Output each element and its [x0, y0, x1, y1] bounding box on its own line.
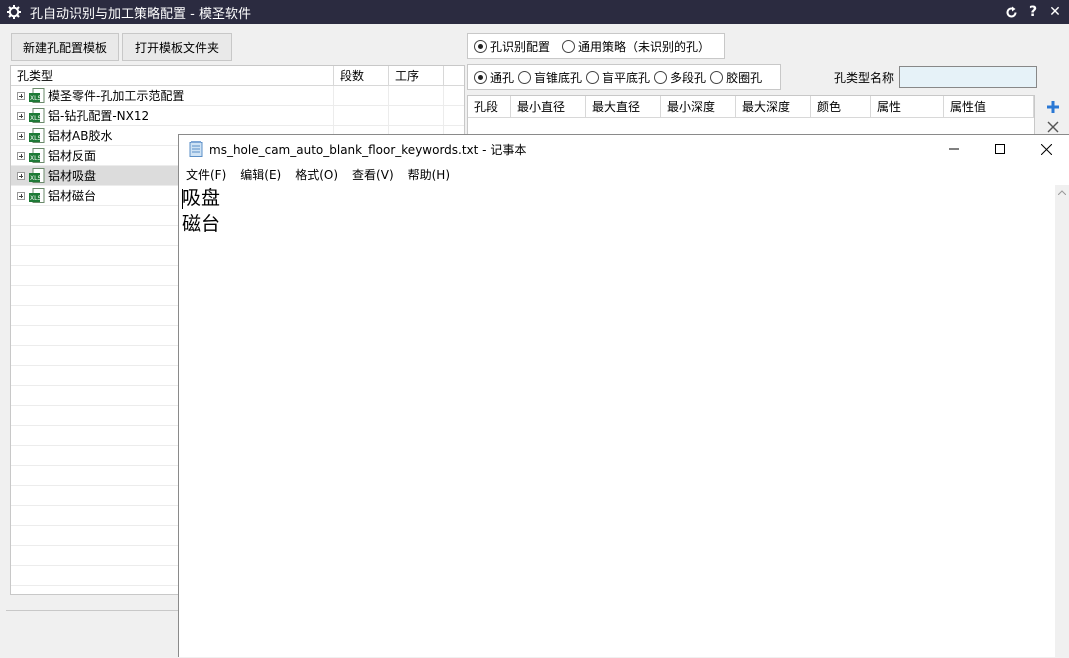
add-row-button[interactable] — [1042, 96, 1064, 118]
delete-row-button[interactable] — [1042, 120, 1064, 134]
hole-name-input[interactable] — [899, 66, 1037, 88]
tree-header: 孔类型 段数 工序 — [11, 66, 464, 86]
grid-col-attribute[interactable]: 属性 — [871, 96, 944, 118]
notepad-text-area[interactable]: 吸盘 磁台 — [181, 185, 1053, 658]
hole-kind-through[interactable]: 通孔 — [474, 69, 514, 86]
plus-icon — [1047, 101, 1059, 113]
hole-kind-oring[interactable]: 胶圈孔 — [710, 69, 762, 86]
close-icon[interactable]: ✕ — [1047, 4, 1063, 20]
mode-radio-general-strategy[interactable]: 通用策略（未识别的孔） — [562, 38, 710, 55]
hole-segment-grid[interactable]: 孔段 最小直径 最大直径 最小深度 最大深度 颜色 属性 属性值 — [467, 95, 1035, 135]
excel-file-icon: XLS — [29, 128, 45, 143]
minimize-icon[interactable] — [931, 135, 977, 163]
grid-col-max-depth[interactable]: 最大深度 — [736, 96, 811, 118]
hole-kind-blind-flat[interactable]: 盲平底孔 — [586, 69, 650, 86]
grid-col-max-diameter[interactable]: 最大直径 — [586, 96, 661, 118]
menu-view[interactable]: 查看(V) — [352, 166, 394, 183]
expand-icon[interactable] — [17, 91, 25, 100]
tree-item-label: 铝材AB胶水 — [48, 129, 113, 143]
tree-item[interactable]: XLS 模圣零件-孔加工示范配置 — [11, 86, 464, 106]
notepad-window[interactable]: ms_hole_cam_auto_blank_floor_keywords.tx… — [178, 134, 1069, 658]
menu-edit[interactable]: 编辑(E) — [240, 166, 281, 183]
tree-item-label: 铝材磁台 — [48, 189, 97, 203]
tree-item-label: 铝材吸盘 — [48, 169, 97, 183]
gear-icon[interactable] — [6, 4, 22, 20]
hole-name-label: 孔类型名称 — [834, 71, 895, 85]
grid-header: 孔段 最小直径 最大直径 最小深度 最大深度 颜色 属性 属性值 — [468, 96, 1034, 118]
new-template-button[interactable]: 新建孔配置模板 — [11, 33, 119, 61]
grid-col-min-diameter[interactable]: 最小直径 — [511, 96, 586, 118]
tree-item[interactable]: XLS 铝-钻孔配置-NX12 — [11, 106, 464, 126]
excel-file-icon: XLS — [29, 188, 45, 203]
scroll-up-icon[interactable] — [1055, 185, 1069, 199]
refresh-icon[interactable] — [1003, 4, 1019, 20]
excel-file-icon: XLS — [29, 108, 45, 123]
svg-text:XLS: XLS — [30, 95, 41, 102]
tree-item-label: 铝材反面 — [48, 149, 97, 163]
cross-icon — [1047, 121, 1059, 133]
tree-header-segments[interactable]: 段数 — [334, 66, 389, 86]
notepad-title: ms_hole_cam_auto_blank_floor_keywords.tx… — [209, 142, 527, 157]
tree-header-type[interactable]: 孔类型 — [11, 66, 334, 86]
mode-radio-group: 孔识别配置 通用策略（未识别的孔） — [467, 33, 725, 59]
expand-icon[interactable] — [17, 111, 25, 120]
hole-kind-multi-step[interactable]: 多段孔 — [654, 69, 706, 86]
text-caret — [182, 189, 183, 209]
svg-text:XLS: XLS — [30, 135, 41, 142]
vertical-scrollbar[interactable] — [1055, 185, 1069, 658]
grid-col-segment[interactable]: 孔段 — [468, 96, 511, 118]
notepad-icon — [189, 141, 203, 157]
svg-text:XLS: XLS — [30, 195, 41, 202]
tree-item-label: 模圣零件-孔加工示范配置 — [48, 89, 185, 103]
expand-icon[interactable] — [17, 171, 25, 180]
grid-col-color[interactable]: 颜色 — [811, 96, 871, 118]
hole-kind-blind-cone[interactable]: 盲锥底孔 — [518, 69, 582, 86]
svg-text:XLS: XLS — [30, 175, 41, 182]
grid-col-attribute-value[interactable]: 属性值 — [944, 96, 1034, 118]
excel-file-icon: XLS — [29, 148, 45, 163]
excel-file-icon: XLS — [29, 168, 45, 183]
tree-item-label: 铝-钻孔配置-NX12 — [48, 109, 150, 123]
menu-format[interactable]: 格式(O) — [295, 166, 338, 183]
app-title: 孔自动识别与加工策略配置 - 模圣软件 — [30, 6, 251, 22]
grid-col-min-depth[interactable]: 最小深度 — [661, 96, 736, 118]
hole-kind-radio-group: 通孔 盲锥底孔 盲平底孔 多段孔 胶圈孔 — [467, 64, 781, 90]
maximize-icon[interactable] — [977, 135, 1023, 163]
expand-icon[interactable] — [17, 151, 25, 160]
mode-radio-hole-recognition[interactable]: 孔识别配置 — [474, 38, 550, 55]
tree-header-process[interactable]: 工序 — [389, 66, 444, 86]
svg-text:XLS: XLS — [30, 155, 41, 162]
expand-icon[interactable] — [17, 191, 25, 200]
menu-file[interactable]: 文件(F) — [186, 166, 226, 183]
excel-file-icon: XLS — [29, 88, 45, 103]
expand-icon[interactable] — [17, 131, 25, 140]
notepad-titlebar: ms_hole_cam_auto_blank_floor_keywords.tx… — [179, 135, 1069, 163]
menu-help[interactable]: 帮助(H) — [408, 166, 450, 183]
notepad-menubar: 文件(F) 编辑(E) 格式(O) 查看(V) 帮助(H) — [179, 163, 1069, 185]
open-folder-button[interactable]: 打开模板文件夹 — [122, 33, 232, 61]
close-icon[interactable] — [1023, 135, 1069, 163]
app-titlebar: 孔自动识别与加工策略配置 - 模圣软件 ? ✕ — [0, 0, 1069, 24]
svg-text:XLS: XLS — [30, 115, 41, 122]
help-icon[interactable]: ? — [1025, 4, 1041, 20]
divider — [6, 610, 178, 611]
